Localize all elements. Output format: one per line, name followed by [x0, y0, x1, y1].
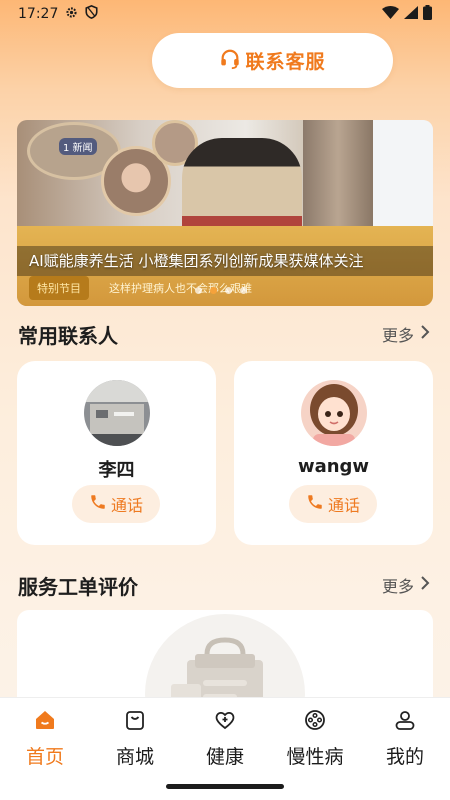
contacts-more-link[interactable]: 更多 [382, 322, 430, 346]
pagination-dot[interactable] [210, 287, 217, 294]
headset-icon [219, 48, 241, 74]
contact-card[interactable]: wangw 通话 [234, 361, 433, 545]
contacts-more-label: 更多 [381, 326, 414, 345]
tab-home[interactable]: 首页 [0, 708, 90, 769]
home-indicator [166, 784, 284, 789]
tab-mall[interactable]: 商城 [90, 708, 180, 769]
tab-profile[interactable]: 我的 [360, 708, 450, 769]
tab-label: 健康 [205, 746, 244, 768]
tab-label: 商城 [115, 746, 154, 768]
reviews-more-link[interactable]: 更多 [382, 573, 430, 597]
banner-photo-tag: 1 新闻 [59, 138, 97, 155]
contacts-section-title: 常用联系人 [18, 324, 118, 348]
contact-name: wangw [297, 456, 370, 477]
pagination-dot[interactable] [195, 287, 202, 294]
phone-icon [89, 493, 107, 515]
status-bar: 17:27 [0, 0, 450, 28]
banner-program-badge: 特别节目 [29, 276, 89, 300]
pagination-dot[interactable] [240, 287, 247, 294]
tab-label: 首页 [25, 746, 64, 768]
chevron-right-icon [420, 575, 430, 595]
call-label: 通话 [327, 496, 360, 515]
tab-health[interactable]: 健康 [180, 708, 270, 769]
shopping-bag-icon [123, 708, 147, 736]
contact-service-button[interactable]: 联系客服 [152, 33, 393, 88]
wifi-icon [382, 5, 399, 23]
call-button[interactable]: 通话 [72, 485, 160, 523]
phone-icon [306, 493, 324, 515]
contact-avatar [301, 380, 367, 446]
banner-caption: AI赋能康养生活 小橙集团系列创新成果获媒体关注 [29, 252, 364, 270]
signal-icon [404, 5, 418, 23]
reviews-more-label: 更多 [381, 577, 414, 596]
settings-gear-icon [65, 6, 78, 23]
contact-service-label: 联系客服 [245, 51, 326, 73]
contact-avatar [84, 380, 150, 446]
call-button[interactable]: 通话 [289, 485, 377, 523]
contact-name: 李四 [98, 460, 135, 481]
chevron-right-icon [420, 324, 430, 344]
heart-plus-icon [213, 708, 237, 736]
battery-icon [423, 4, 432, 24]
home-icon [33, 708, 57, 736]
contact-card[interactable]: 李四 通话 [17, 361, 216, 545]
tab-label: 我的 [385, 746, 424, 768]
status-time: 17:27 [18, 6, 59, 22]
news-banner[interactable]: AI赋能康养生活 小橙集团系列创新成果获媒体关注 特别节目 这样护理病人也不会那… [17, 120, 433, 306]
pagination-dot[interactable] [225, 287, 232, 294]
user-icon [393, 708, 417, 736]
tab-chronic-disease[interactable]: 慢性病 [270, 708, 360, 769]
shield-icon [85, 5, 98, 23]
tab-label: 慢性病 [286, 746, 344, 768]
reviews-section-title: 服务工单评价 [18, 575, 138, 599]
banner-pagination [195, 287, 247, 294]
call-label: 通话 [110, 496, 143, 515]
pill-disc-icon [303, 708, 327, 736]
